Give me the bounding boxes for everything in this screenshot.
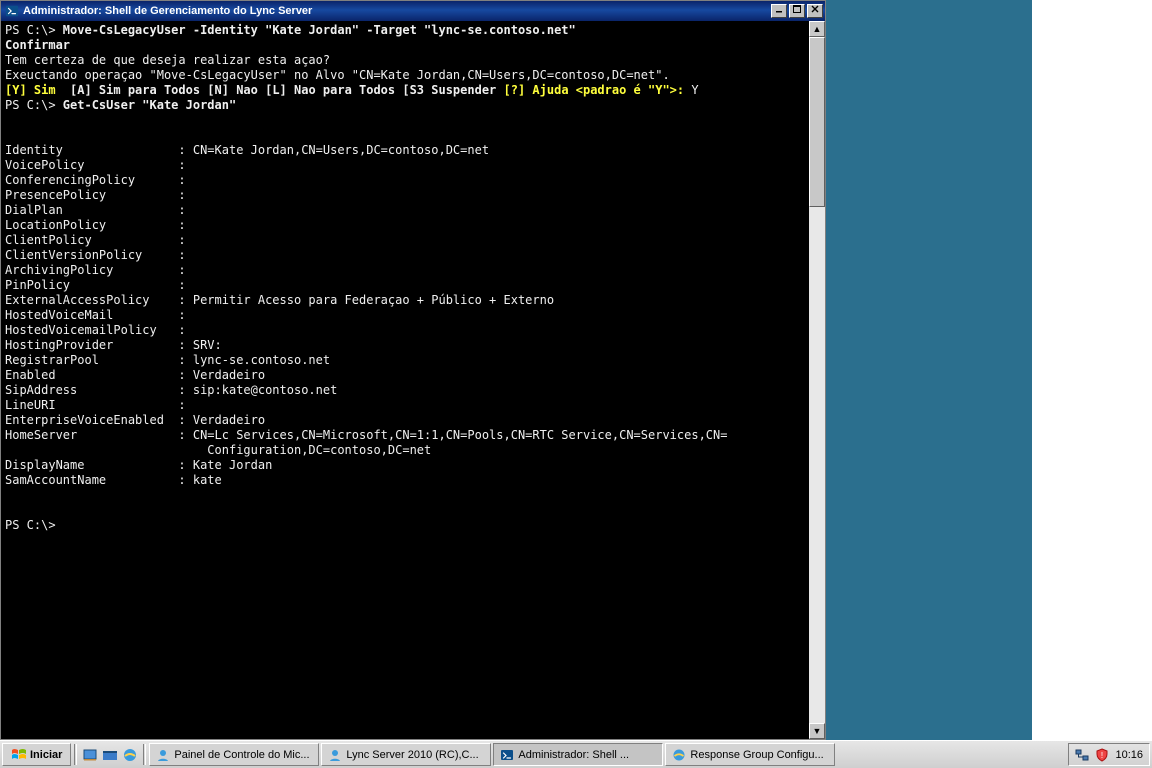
terminal-output: PS C:\> Move-CsLegacyUser -Identity "Kat… xyxy=(1,21,809,739)
start-button[interactable]: Iniciar xyxy=(2,743,71,766)
white-panel xyxy=(1032,0,1152,740)
taskbar-item-label: Administrador: Shell ... xyxy=(518,749,629,761)
scroll-thumb[interactable] xyxy=(809,37,825,207)
taskbar-tasks: Painel de Controle do Mic... Lync Server … xyxy=(147,741,1066,768)
taskbar-item[interactable]: Painel de Controle do Mic... xyxy=(149,743,319,766)
scroll-track[interactable] xyxy=(809,37,825,723)
taskbar-item-label: Response Group Configu... xyxy=(690,749,823,761)
lync-icon xyxy=(328,748,342,762)
desktop: Administrador: Shell de Gerenciamento do… xyxy=(0,0,1152,768)
window-buttons xyxy=(771,4,823,18)
svg-text:!: ! xyxy=(1101,751,1103,760)
windows-flag-icon xyxy=(11,748,27,762)
taskbar-item-label: Painel de Controle do Mic... xyxy=(174,749,309,761)
taskbar: Iniciar Painel de Controle do Mic... Lync… xyxy=(0,740,1152,768)
window-title: Administrador: Shell de Gerenciamento do… xyxy=(23,5,767,17)
close-button[interactable] xyxy=(807,4,823,18)
start-label: Iniciar xyxy=(30,749,62,761)
quick-launch xyxy=(78,741,142,768)
explorer-icon[interactable] xyxy=(102,747,118,763)
taskbar-item[interactable]: Administrador: Shell ... xyxy=(493,743,663,766)
clock[interactable]: 10:16 xyxy=(1115,749,1143,761)
taskbar-item-label: Lync Server 2010 (RC),C... xyxy=(346,749,478,761)
scroll-down-button[interactable]: ▼ xyxy=(809,723,825,739)
terminal-area[interactable]: PS C:\> Move-CsLegacyUser -Identity "Kat… xyxy=(1,21,825,739)
console-window: Administrador: Shell de Gerenciamento do… xyxy=(0,0,826,740)
taskbar-item[interactable]: Lync Server 2010 (RC),C... xyxy=(321,743,491,766)
powershell-icon xyxy=(5,4,19,18)
taskbar-separator-2 xyxy=(143,744,146,765)
taskbar-item[interactable]: Response Group Configu... xyxy=(665,743,835,766)
lync-icon xyxy=(156,748,170,762)
system-tray[interactable]: ! 10:16 xyxy=(1068,743,1150,766)
shield-icon[interactable]: ! xyxy=(1095,748,1109,762)
console-icon xyxy=(500,748,514,762)
taskbar-separator xyxy=(74,744,77,765)
minimize-button[interactable] xyxy=(771,4,787,18)
titlebar[interactable]: Administrador: Shell de Gerenciamento do… xyxy=(1,1,825,21)
ie-icon[interactable] xyxy=(122,747,138,763)
network-icon[interactable] xyxy=(1075,748,1089,762)
ie-icon xyxy=(672,748,686,762)
scrollbar[interactable]: ▲ ▼ xyxy=(809,21,825,739)
maximize-button[interactable] xyxy=(789,4,805,18)
show-desktop-icon[interactable] xyxy=(82,747,98,763)
scroll-up-button[interactable]: ▲ xyxy=(809,21,825,37)
